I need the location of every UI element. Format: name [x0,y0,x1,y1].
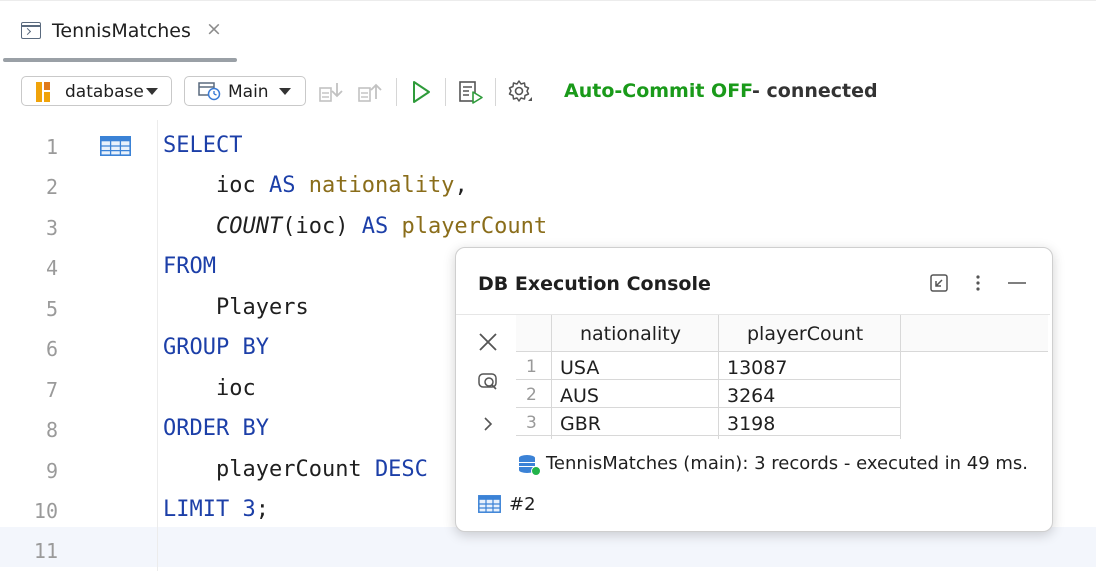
minimize-icon[interactable] [1007,274,1027,292]
database-connected-icon [519,455,541,476]
cell-nationality[interactable]: USA [560,357,599,379]
code-text: COUNT(ioc) AS playerCount [215,214,548,239]
chevron-right-icon[interactable] [476,412,500,436]
console-title: DB Execution Console [478,273,711,295]
grid-divider [718,315,719,439]
tab-title: TennisMatches [52,20,191,42]
column-header-nationality[interactable]: nationality [580,323,681,345]
chevron-down-icon [279,88,291,95]
code-text: LIMIT 3; [163,497,269,522]
table-icon [478,495,501,513]
execution-result: TennisMatches (main): 3 records - execut… [518,453,1048,477]
schema-dropdown[interactable]: Main [184,76,306,106]
datasource-dropdown[interactable]: database [21,76,172,106]
code-text: playerCount DESC [215,457,428,482]
grid-divider [516,435,900,436]
restore-window-icon[interactable] [930,274,948,292]
grid-divider [551,315,552,439]
result-summary: TennisMatches (main): 3 records - execut… [546,453,1029,474]
chevron-down-icon [146,88,158,95]
grid-divider [516,407,900,408]
cell-nationality[interactable]: GBR [560,413,601,435]
line-number: 8 [45,418,58,442]
console-toolbar: database Main Auto-Commit OFF - connecte… [0,62,1096,120]
console-file-icon [21,22,41,39]
line-number: 10 [33,499,58,523]
code-text: ORDER BY [163,416,269,441]
explain-plan-icon[interactable] [458,79,484,105]
code-line-2: 2 ioc AS nationality, [0,163,1096,203]
schema-icon [198,82,221,101]
code-text: ioc AS nationality, [215,173,468,198]
editor-tab-bar: TennisMatches × [0,0,1096,62]
grid-divider [900,315,901,439]
load-results-icon[interactable] [318,79,344,105]
line-number: 9 [45,459,58,483]
settings-gear-icon[interactable] [507,79,533,105]
line-number: 11 [33,539,58,563]
result-grid[interactable]: nationality playerCount 1 USA 13087 2 AU… [516,315,1048,439]
cell-playercount[interactable]: 13087 [727,357,787,379]
cell-playercount[interactable]: 3198 [727,413,775,435]
code-line-11: 11 [0,527,1096,567]
result-tab-label: #2 [509,494,536,515]
grid-divider [516,351,1048,352]
db-execution-console: DB Execution Console nationality playerC… [455,247,1053,532]
connection-status: - connected [752,80,878,102]
inspect-query-icon[interactable] [476,369,500,393]
line-number: 4 [45,256,58,280]
grid-divider [516,379,900,380]
more-options-icon[interactable] [974,274,982,292]
toolbar-separator [396,78,397,106]
gutter-divider [157,120,158,571]
line-number: 1 [45,135,58,159]
auto-commit-status[interactable]: Auto-Commit OFF [564,80,753,102]
line-number: 6 [45,337,58,361]
column-header-playercount[interactable]: playerCount [747,323,863,345]
run-icon[interactable] [408,79,434,105]
row-number: 2 [526,385,537,405]
line-number: 5 [45,297,58,321]
schema-label: Main [228,82,269,102]
close-tab-icon[interactable]: × [206,20,222,39]
close-icon[interactable] [476,330,500,354]
line-number: 2 [45,175,58,199]
row-number: 3 [526,413,537,433]
row-number: 1 [526,357,537,377]
export-results-icon[interactable] [357,79,383,105]
line-number: 3 [45,216,58,240]
code-text: ioc [215,376,256,401]
table-results-gutter-icon[interactable] [100,136,131,156]
code-line-1: 1 SELECT [0,123,1096,163]
tab-tennismatches[interactable]: TennisMatches × [3,8,237,62]
code-text: SELECT [163,133,243,158]
tab-bar-top-border [0,0,1096,1]
toolbar-separator [495,78,496,106]
datasource-label: database [65,82,144,102]
line-number: 7 [45,378,58,402]
code-text: GROUP BY [163,335,269,360]
code-line-3: 3 COUNT(ioc) AS playerCount [0,204,1096,244]
datasource-icon [36,82,50,102]
toolbar-separator [445,78,446,106]
code-text: Players [215,295,309,320]
cell-playercount[interactable]: 3264 [727,385,775,407]
code-text: FROM [163,254,216,279]
cell-nationality[interactable]: AUS [560,385,599,407]
